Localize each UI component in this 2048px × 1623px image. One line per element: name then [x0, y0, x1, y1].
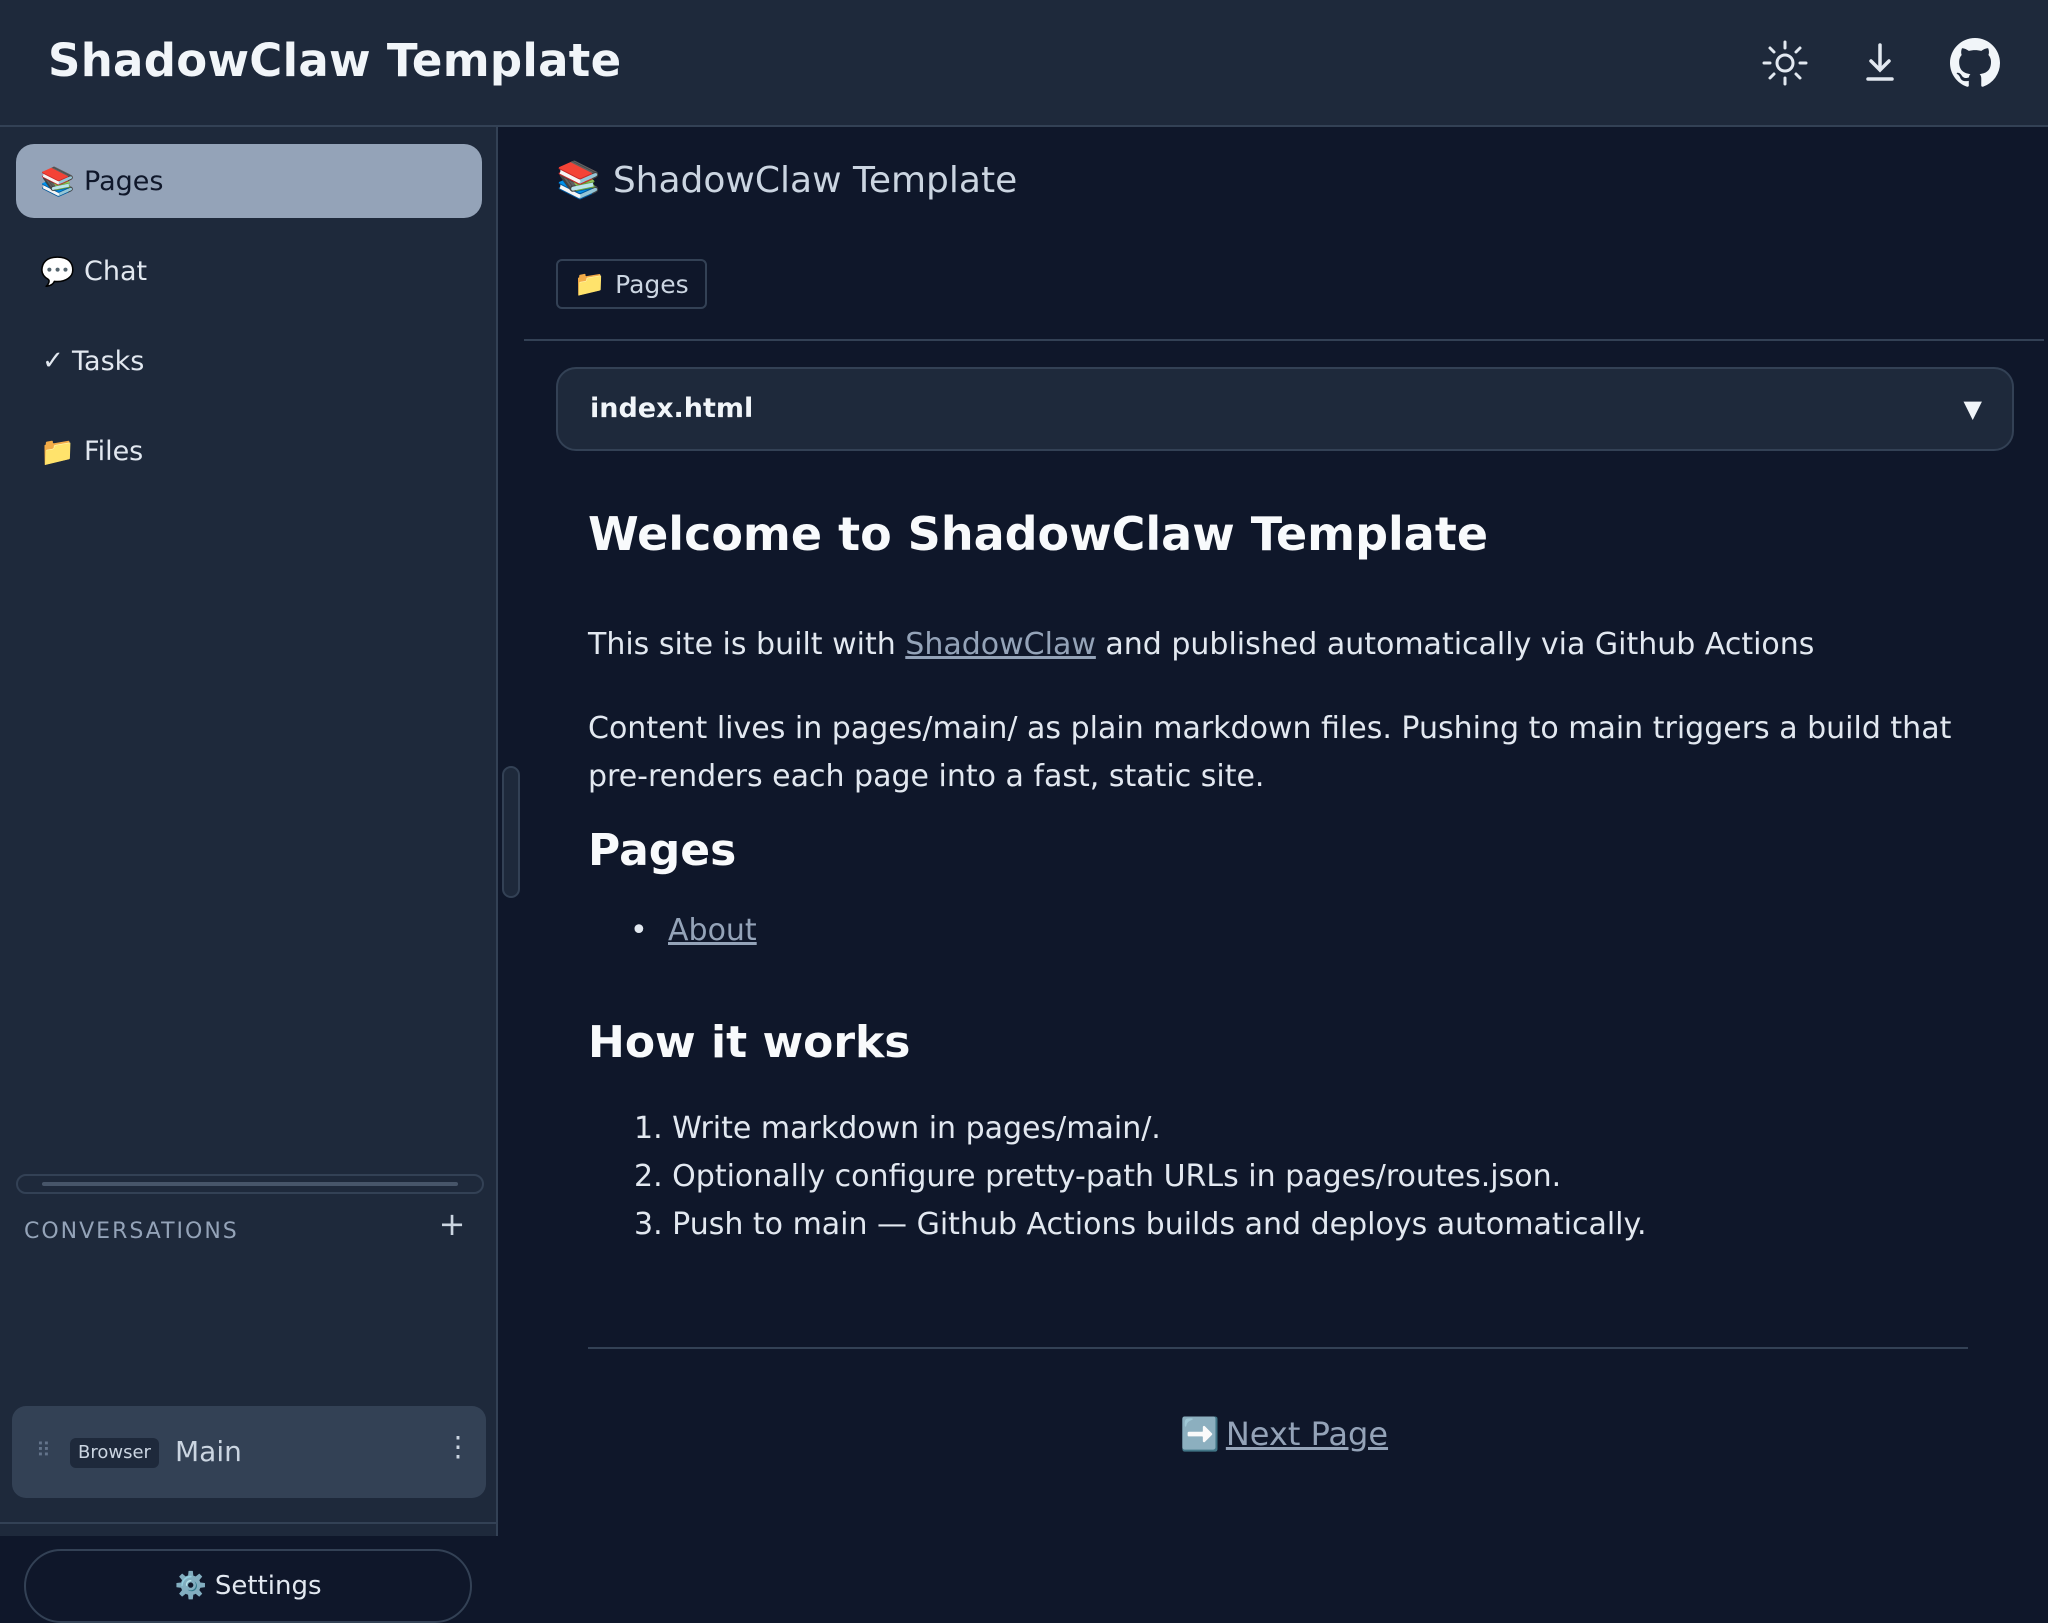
sun-icon [1762, 40, 1808, 86]
sidebar-item-label: Pages [84, 165, 164, 197]
add-conversation-button[interactable]: + [436, 1205, 468, 1245]
speech-bubble-icon: 💬 [40, 254, 75, 288]
article-heading: Welcome to ShadowClaw Template [588, 507, 1489, 561]
right-arrow-icon: ➡️ [1180, 1415, 1220, 1453]
gear-icon: ⚙️ [174, 1571, 207, 1601]
list-bullet: • [630, 913, 648, 948]
scrollbar-thumb[interactable] [42, 1182, 458, 1186]
books-icon: 📚 [556, 160, 601, 201]
intro-text-start: This site is built with [588, 627, 906, 662]
list-item: 1. Write markdown in pages/main/. [634, 1111, 1161, 1146]
how-it-works-heading: How it works [588, 1017, 911, 1068]
intro-text-end: and published automatically via Github A… [1095, 627, 1815, 662]
content-paragraph: Content lives in pages/main/ as plain ma… [588, 711, 1952, 794]
folder-icon: 📁 [574, 269, 606, 298]
sidebar-item-label: Chat [84, 255, 148, 287]
conversation-badge: Browser [70, 1438, 159, 1468]
shadowclaw-link[interactable]: ShadowClaw [905, 627, 1096, 662]
download-button[interactable] [1851, 34, 1909, 92]
next-page-link[interactable]: Next Page [1226, 1415, 1388, 1453]
download-icon [1866, 43, 1894, 81]
sidebar-item-pages[interactable]: 📚 Pages [16, 144, 482, 218]
folder-icon: 📁 [40, 434, 75, 468]
conversation-item[interactable]: ⠿ Browser Main ⋮ [12, 1406, 486, 1498]
main-panel: 📚 ShadowClaw Template 📁 Pages index.html… [500, 127, 2048, 1536]
conversation-name: Main [175, 1435, 242, 1468]
about-link[interactable]: About [668, 913, 757, 948]
checkmark-icon: ✓ [42, 346, 64, 376]
github-button[interactable] [1946, 34, 2004, 92]
sidebar-scrollbar[interactable] [16, 1174, 484, 1194]
next-page-nav: ➡️ Next Page [1180, 1415, 1388, 1453]
github-icon [1950, 38, 2000, 87]
settings-button[interactable]: ⚙️ Settings [24, 1549, 472, 1623]
page-title: 📚 ShadowClaw Template [556, 159, 1018, 202]
file-select-value: index.html [590, 393, 754, 424]
app-title: ShadowClaw Template [48, 34, 622, 87]
sidebar-item-chat[interactable]: 💬 Chat [16, 234, 482, 308]
pages-heading: Pages [588, 825, 737, 876]
sidebar-item-tasks[interactable]: ✓ Tasks [16, 324, 482, 398]
chevron-down-icon: ▼ [1963, 395, 1982, 423]
list-item: 2. Optionally configure pretty-path URLs… [634, 1159, 1562, 1194]
drag-handle-icon[interactable]: ⠿ [36, 1438, 51, 1462]
sidebar: 📚 Pages 💬 Chat ✓ Tasks 📁 Files CONVERSAT… [0, 127, 498, 1623]
sidebar-item-label: Files [84, 435, 144, 467]
intro-paragraph: This site is built with ShadowClaw and p… [588, 627, 1814, 662]
app-header: ShadowClaw Template [0, 0, 2048, 127]
main-divider [524, 339, 2044, 341]
horizontal-rule [588, 1347, 1968, 1349]
file-select[interactable]: index.html ▼ [556, 367, 2014, 451]
sidebar-item-label: Tasks [72, 345, 145, 377]
pages-tab-label: Pages [615, 269, 689, 299]
page-title-text: ShadowClaw Template [612, 159, 1018, 201]
sidebar-item-files[interactable]: 📁 Files [16, 414, 482, 488]
list-item: 3. Push to main — Github Actions builds … [634, 1207, 1647, 1242]
pages-tab[interactable]: 📁 Pages [556, 259, 707, 309]
steps-list: 1. Write markdown in pages/main/. 2. Opt… [634, 1105, 1647, 1249]
theme-toggle-button[interactable] [1756, 34, 1814, 92]
settings-label: Settings [214, 1571, 322, 1601]
books-icon: 📚 [40, 164, 75, 198]
more-options-icon[interactable]: ⋮ [444, 1430, 472, 1474]
conversations-heading: CONVERSATIONS [24, 1219, 239, 1244]
sidebar-divider [0, 1522, 496, 1524]
